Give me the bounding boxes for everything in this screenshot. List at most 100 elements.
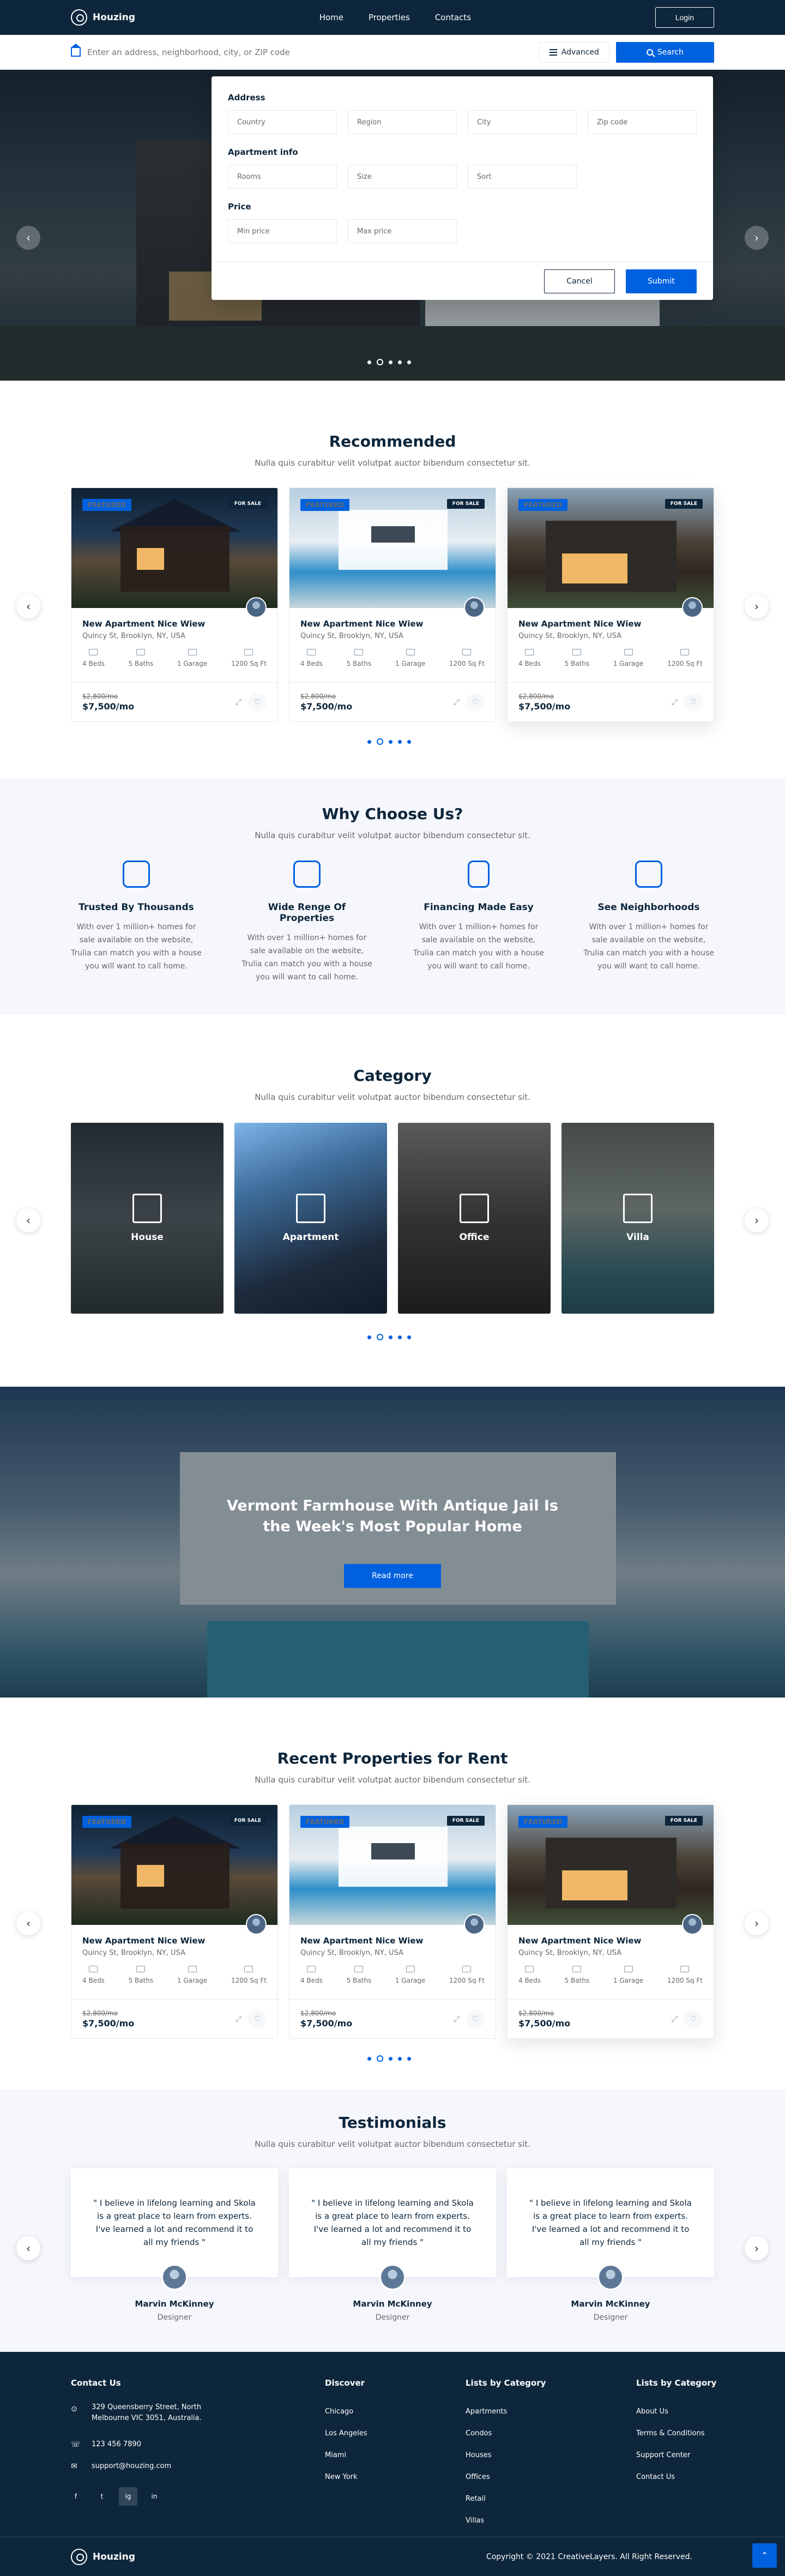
slider-dot[interactable] — [398, 1335, 402, 1339]
nav-link-home[interactable]: Home — [319, 13, 343, 22]
slider-dot[interactable] — [398, 360, 402, 364]
min-price-field[interactable]: Min price — [228, 219, 337, 243]
search-input[interactable] — [87, 47, 533, 57]
slider-dot[interactable] — [367, 739, 371, 744]
property-card[interactable]: FEATURED FOR SALE New Apartment Nice Wie… — [71, 487, 278, 722]
nav-link-contacts[interactable]: Contacts — [435, 13, 471, 22]
slider-dot-active[interactable] — [377, 1334, 383, 1340]
footer-link-support[interactable]: Support Center — [636, 2450, 690, 2461]
favorite-heart-icon[interactable]: ♡ — [684, 2009, 703, 2029]
rent-prev-arrow-icon[interactable]: ‹ — [16, 1911, 40, 1935]
slider-dot[interactable] — [389, 360, 392, 364]
list-link-retail[interactable]: Retail — [466, 2494, 486, 2505]
slider-dot-active[interactable] — [377, 2055, 383, 2062]
advanced-filter-button[interactable]: Advanced — [539, 41, 609, 63]
scroll-to-top-icon[interactable]: ⌃ — [752, 2543, 777, 2568]
category-next-arrow-icon[interactable]: › — [745, 1208, 769, 1232]
list-link-villas[interactable]: Villas — [466, 2515, 484, 2526]
cancel-button[interactable]: Cancel — [544, 269, 615, 293]
favorite-heart-icon[interactable]: ♡ — [684, 693, 703, 712]
size-field[interactable]: Size — [348, 165, 457, 189]
max-price-field[interactable]: Max price — [348, 219, 457, 243]
category-card-villa[interactable]: Villa — [561, 1123, 714, 1314]
slider-dot[interactable] — [367, 2056, 371, 2061]
slider-dot[interactable] — [407, 360, 411, 364]
recommended-prev-arrow-icon[interactable]: ‹ — [16, 594, 40, 618]
agent-avatar[interactable] — [682, 597, 703, 618]
read-more-button[interactable]: Read more — [344, 1564, 441, 1588]
submit-button[interactable]: Submit — [626, 269, 697, 293]
rooms-field[interactable]: Rooms — [228, 165, 337, 189]
linkedin-icon[interactable]: in — [145, 2487, 164, 2506]
expand-icon[interactable]: ⤢ — [672, 2015, 678, 2024]
country-field[interactable]: Country — [228, 110, 337, 134]
agent-avatar[interactable] — [682, 1914, 703, 1935]
slider-dot[interactable] — [407, 1335, 411, 1339]
list-link-houses[interactable]: Houses — [466, 2450, 492, 2461]
testimonials-prev-arrow-icon[interactable]: ‹ — [16, 2236, 40, 2260]
slider-dot[interactable] — [407, 2056, 411, 2061]
agent-avatar[interactable] — [246, 1914, 267, 1935]
footer-link-about-us[interactable]: About Us — [636, 2406, 668, 2417]
expand-icon[interactable]: ⤢ — [235, 698, 241, 707]
slider-dot-active[interactable] — [377, 738, 383, 745]
favorite-heart-icon[interactable]: ♡ — [466, 693, 485, 712]
favorite-heart-icon[interactable]: ♡ — [248, 693, 267, 712]
twitter-icon[interactable]: t — [93, 2487, 111, 2506]
footer-phone[interactable]: 123 456 7890 — [92, 2439, 141, 2450]
zip-code-field[interactable]: Zip code — [588, 110, 697, 134]
favorite-heart-icon[interactable]: ♡ — [466, 2009, 485, 2029]
slider-dot[interactable] — [398, 2056, 402, 2061]
list-link-apartments[interactable]: Apartments — [466, 2406, 507, 2417]
slider-dot[interactable] — [389, 1335, 392, 1339]
expand-icon[interactable]: ⤢ — [235, 2015, 241, 2024]
nav-link-properties[interactable]: Properties — [369, 13, 410, 22]
discover-link-miami[interactable]: Miami — [325, 2450, 346, 2461]
slider-dot[interactable] — [389, 2056, 392, 2061]
agent-avatar[interactable] — [246, 597, 267, 618]
footer-email[interactable]: support@houzing.com — [92, 2461, 171, 2472]
list-link-condos[interactable]: Condos — [466, 2428, 492, 2439]
category-card-apartment[interactable]: Apartment — [234, 1123, 387, 1314]
slider-dot[interactable] — [367, 360, 371, 364]
slider-dot[interactable] — [367, 1335, 371, 1339]
slider-dot-active[interactable] — [377, 359, 383, 365]
slider-dot[interactable] — [407, 739, 411, 744]
list-link-offices[interactable]: Offices — [466, 2472, 490, 2483]
slider-dot[interactable] — [398, 739, 402, 744]
login-button[interactable]: Login — [655, 7, 714, 28]
agent-avatar[interactable] — [464, 1914, 485, 1935]
expand-icon[interactable]: ⤢ — [454, 2015, 460, 2024]
search-button[interactable]: Search — [615, 41, 714, 63]
recommended-next-arrow-icon[interactable]: › — [745, 594, 769, 618]
hero-next-arrow-icon[interactable]: › — [745, 226, 769, 250]
property-card[interactable]: FEATURED FOR SALE New Apartment Nice Wie… — [289, 487, 496, 722]
agent-avatar[interactable] — [464, 597, 485, 618]
expand-icon[interactable]: ⤢ — [672, 698, 678, 707]
expand-icon[interactable]: ⤢ — [454, 698, 460, 707]
favorite-heart-icon[interactable]: ♡ — [248, 2009, 267, 2029]
property-card[interactable]: FEATURED FOR SALE New Apartment Nice Wie… — [71, 1804, 278, 2039]
discover-link-chicago[interactable]: Chicago — [325, 2406, 353, 2417]
testimonials-next-arrow-icon[interactable]: › — [745, 2236, 769, 2260]
property-card[interactable]: FEATURED FOR SALE New Apartment Nice Wie… — [289, 1804, 496, 2039]
category-prev-arrow-icon[interactable]: ‹ — [16, 1208, 40, 1232]
property-card[interactable]: FEATURED FOR SALE New Apartment Nice Wie… — [507, 487, 714, 722]
hero-prev-arrow-icon[interactable]: ‹ — [16, 226, 40, 250]
property-card[interactable]: FEATURED FOR SALE New Apartment Nice Wie… — [507, 1804, 714, 2039]
footer-brand-logo[interactable]: Houzing — [71, 2548, 135, 2565]
footer-link-contact[interactable]: Contact Us — [636, 2472, 675, 2483]
rent-next-arrow-icon[interactable]: › — [745, 1911, 769, 1935]
facebook-icon[interactable]: f — [67, 2487, 85, 2506]
instagram-icon[interactable]: ig — [119, 2487, 137, 2506]
city-field[interactable]: City — [468, 110, 577, 134]
slider-dot[interactable] — [389, 739, 392, 744]
category-card-office[interactable]: Office — [398, 1123, 551, 1314]
region-field[interactable]: Region — [348, 110, 457, 134]
brand-logo[interactable]: Houzing — [71, 9, 135, 26]
category-card-house[interactable]: House — [71, 1123, 224, 1314]
discover-link-los-angeles[interactable]: Los Angeles — [325, 2428, 367, 2439]
sort-field[interactable]: Sort — [468, 165, 577, 189]
discover-link-new-york[interactable]: New York — [325, 2472, 358, 2483]
footer-link-terms[interactable]: Terms & Conditions — [636, 2428, 705, 2439]
